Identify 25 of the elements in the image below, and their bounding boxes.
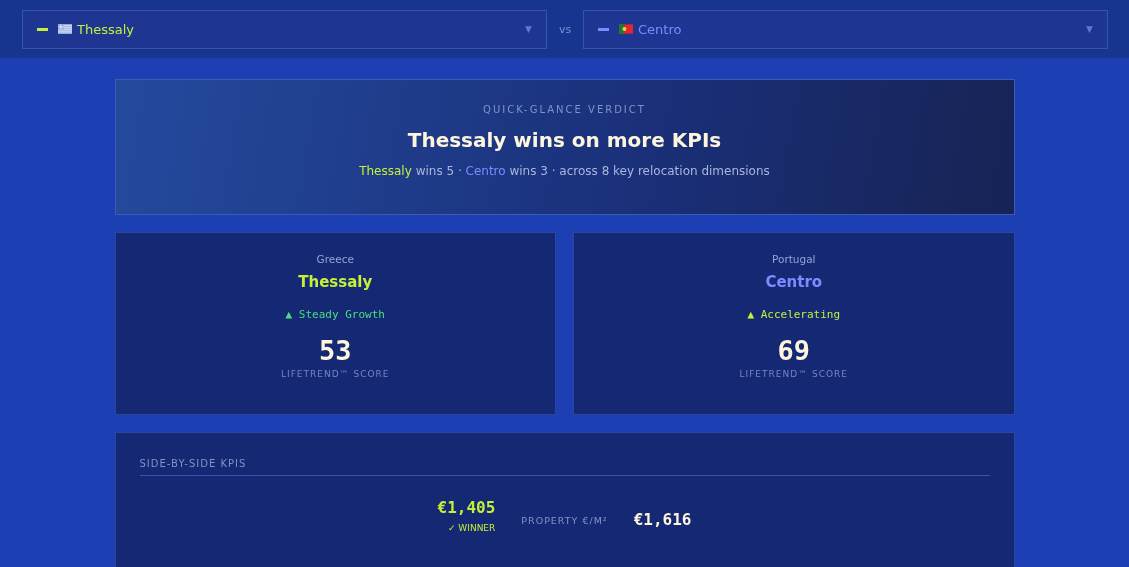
score-label: LIFETREND™ SCORE bbox=[738, 369, 849, 379]
portuguese-flag-icon bbox=[619, 24, 633, 34]
trend-label: ▲ Steady Growth bbox=[284, 308, 386, 321]
kpi-value: €1,616 bbox=[633, 510, 693, 529]
country-label: Portugal bbox=[771, 253, 817, 265]
kpi-label: PROPERTY €/M² bbox=[521, 514, 608, 526]
greek-flag-icon bbox=[58, 24, 72, 34]
region-select[interactable]: Thessaly ▼ bbox=[22, 9, 547, 49]
kpi-value: €1,405 bbox=[436, 498, 496, 517]
region-name: Thessaly bbox=[297, 273, 374, 291]
score-value: 69 bbox=[776, 335, 811, 366]
caret-icon: ▼ bbox=[525, 24, 532, 34]
country-label: Greece bbox=[315, 253, 355, 265]
verdict-headline: Thessaly wins on more KPIs bbox=[406, 128, 723, 152]
winner-label: ✓ WINNER bbox=[446, 523, 496, 533]
vs-label: vs bbox=[557, 22, 573, 36]
score-label: LIFETREND™ SCORE bbox=[280, 369, 391, 379]
kpi-title: SIDE-BY-SIDE KPIS bbox=[139, 458, 990, 476]
trend-label: ▲ Accelerating bbox=[746, 308, 842, 321]
region-select[interactable]: Centro ▼ bbox=[583, 9, 1108, 49]
score-value: 53 bbox=[318, 335, 353, 366]
verdict-eyebrow: QUICK-GLANCE VERDICT bbox=[482, 104, 647, 115]
region-name: Centro bbox=[764, 273, 824, 291]
verdict-summary: Thessaly wins 5 · Centro wins 3 · across 8 key relocation dimensions bbox=[358, 164, 771, 178]
caret-icon: ▼ bbox=[1086, 24, 1093, 34]
